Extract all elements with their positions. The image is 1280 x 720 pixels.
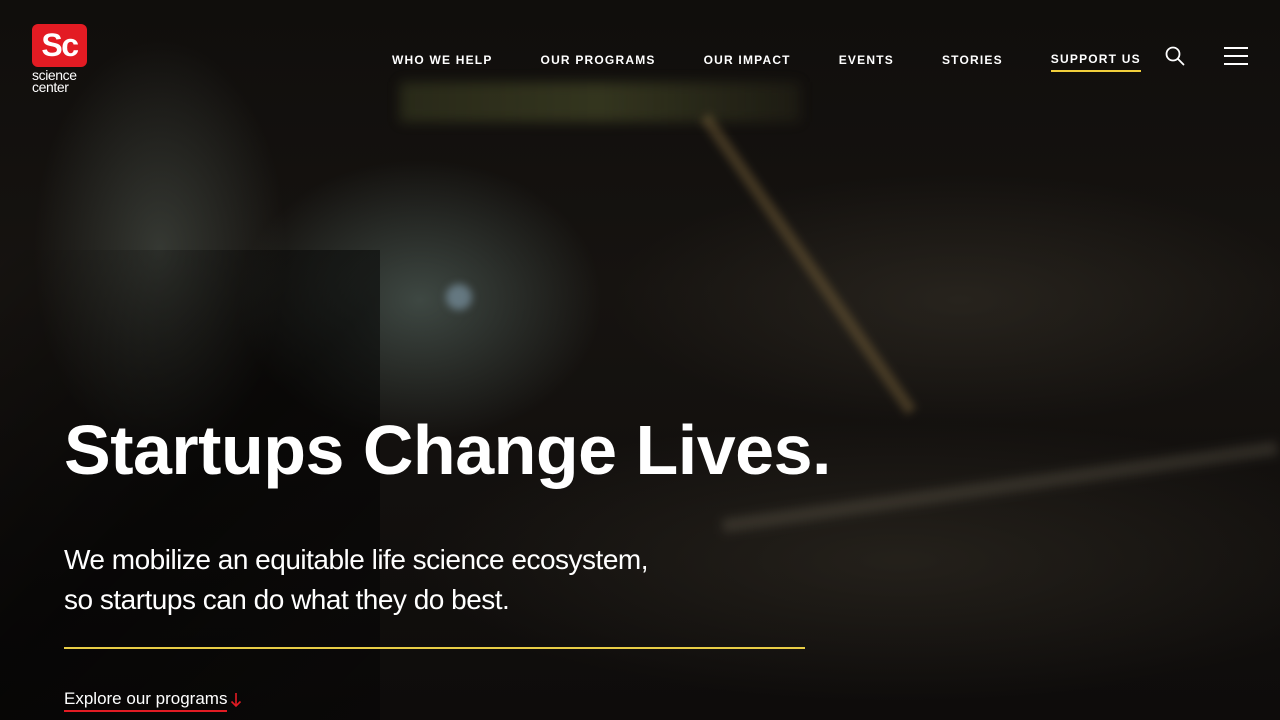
logo-wordmark-line: center	[32, 79, 69, 95]
logo-wordmark: science center	[32, 68, 88, 95]
site-logo[interactable]: Sc science center	[32, 24, 88, 95]
hamburger-menu-icon[interactable]	[1224, 47, 1248, 65]
nav-item-our-programs[interactable]: OUR PROGRAMS	[541, 51, 656, 71]
nav-item-our-impact[interactable]: OUR IMPACT	[704, 51, 791, 71]
hero-divider	[64, 647, 805, 649]
hamburger-line	[1224, 63, 1248, 65]
explore-programs-label: Explore our programs	[64, 688, 228, 712]
nav-item-stories[interactable]: STORIES	[942, 51, 1003, 71]
hamburger-line	[1224, 47, 1248, 49]
hero-subtitle-line: so startups can do what they do best.	[64, 584, 510, 615]
background-video-glint	[446, 284, 472, 310]
hero-title: Startups Change Lives.	[64, 411, 831, 489]
hamburger-line	[1224, 55, 1248, 57]
nav-item-events[interactable]: EVENTS	[839, 51, 894, 71]
hero-section: Sc science center WHO WE HELP OUR PROGRA…	[0, 0, 1280, 720]
nav-item-who-we-help[interactable]: WHO WE HELP	[392, 51, 493, 71]
logo-mark: Sc	[32, 24, 87, 67]
background-video-highlight	[400, 82, 800, 122]
hero-subtitle-line: We mobilize an equitable life science ec…	[64, 544, 649, 575]
arrow-down-icon	[231, 693, 242, 708]
hero-subtitle: We mobilize an equitable life science ec…	[64, 540, 744, 620]
background-video-streak	[700, 113, 917, 415]
main-nav: WHO WE HELP OUR PROGRAMS OUR IMPACT EVEN…	[392, 50, 1141, 72]
search-icon[interactable]	[1164, 45, 1186, 67]
nav-item-support-us[interactable]: SUPPORT US	[1050, 50, 1141, 72]
explore-programs-link[interactable]: Explore our programs	[64, 688, 242, 712]
